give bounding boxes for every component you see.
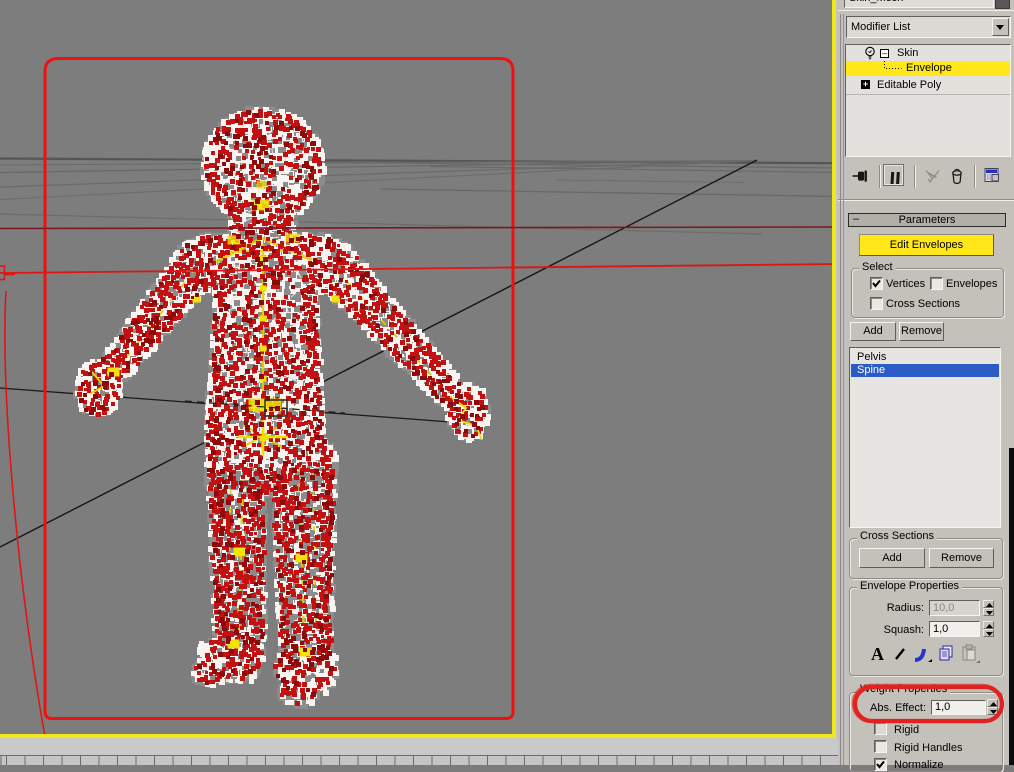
svg-text:A: A: [871, 644, 884, 664]
